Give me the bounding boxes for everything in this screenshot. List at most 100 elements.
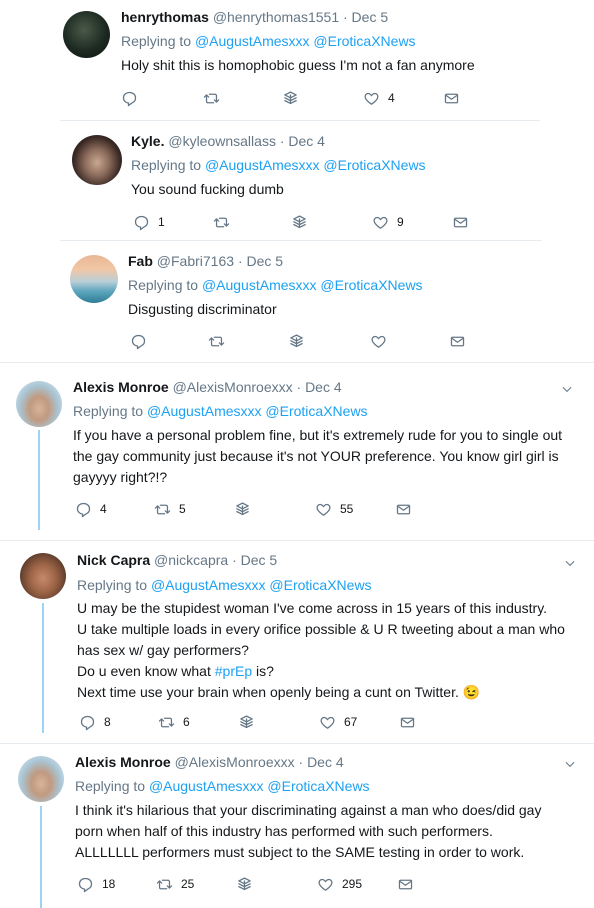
replying-prefix: Replying to bbox=[73, 403, 144, 419]
stack-button[interactable] bbox=[236, 874, 253, 894]
retweet-button[interactable] bbox=[203, 88, 228, 108]
avatar[interactable] bbox=[63, 11, 110, 58]
retweet-icon bbox=[158, 714, 175, 731]
tweet-header: Nick Capra @nickcapra · Dec 5 bbox=[77, 552, 277, 568]
author-handle[interactable]: @henrythomas1551 bbox=[213, 9, 339, 25]
mention-link[interactable]: @AugustAmesxxx bbox=[202, 277, 317, 293]
replying-prefix: Replying to bbox=[128, 277, 199, 293]
avatar[interactable] bbox=[72, 135, 122, 185]
tweet-header: Fab @Fabri7163 · Dec 5 bbox=[128, 253, 283, 269]
author-handle[interactable]: @kyleownsallass bbox=[168, 133, 276, 149]
reply-button[interactable]: 4 bbox=[75, 499, 107, 519]
mention-link[interactable]: @EroticaXNews bbox=[320, 277, 422, 293]
reply-icon bbox=[121, 90, 138, 107]
retweet-icon bbox=[203, 90, 220, 107]
more-options-button[interactable] bbox=[563, 556, 577, 570]
like-button[interactable]: 4 bbox=[363, 88, 395, 108]
tweet-text: If you have a personal problem fine, but… bbox=[73, 425, 588, 488]
hashtag-link[interactable]: #prEp bbox=[215, 663, 252, 679]
reply-icon bbox=[79, 714, 96, 731]
tweet-date[interactable]: · Dec 5 bbox=[232, 552, 277, 568]
author-handle[interactable]: @AlexisMonroexxx bbox=[175, 754, 295, 770]
reply-button[interactable]: 8 bbox=[79, 712, 111, 732]
reply-button[interactable]: 1 bbox=[133, 212, 165, 232]
dm-button[interactable] bbox=[449, 331, 466, 351]
tweet-date[interactable]: · Dec 5 bbox=[238, 253, 283, 269]
tweet-text: Disgusting discriminator bbox=[128, 301, 277, 317]
replying-to: Replying to @AugustAmesxxx @EroticaXNews bbox=[128, 277, 423, 293]
stack-icon bbox=[236, 876, 253, 893]
text-line: U may be the stupidest woman I've come a… bbox=[77, 600, 548, 616]
author-name[interactable]: Fab bbox=[128, 253, 153, 269]
dm-button[interactable] bbox=[443, 88, 460, 108]
dm-button[interactable] bbox=[452, 212, 469, 232]
reply-icon bbox=[130, 333, 147, 350]
like-button[interactable]: 295 bbox=[317, 874, 362, 894]
author-handle[interactable]: @AlexisMonroexxx bbox=[173, 379, 293, 395]
dm-button[interactable] bbox=[397, 874, 414, 894]
reply-button[interactable]: 18 bbox=[77, 874, 115, 894]
heart-icon bbox=[319, 714, 336, 731]
tweet-text: I think it's hilarious that your discrim… bbox=[75, 800, 587, 863]
stack-button[interactable] bbox=[288, 331, 305, 351]
stack-button[interactable] bbox=[234, 499, 251, 519]
avatar[interactable] bbox=[20, 553, 66, 599]
more-options-button[interactable] bbox=[563, 757, 577, 771]
text-line: Next time use your brain when openly bei… bbox=[77, 682, 589, 703]
reply-button[interactable] bbox=[121, 88, 146, 108]
author-handle[interactable]: @Fabri7163 bbox=[157, 253, 234, 269]
author-handle[interactable]: @nickcapra bbox=[154, 552, 228, 568]
author-name[interactable]: Kyle. bbox=[131, 133, 164, 149]
tweet-date[interactable]: · Dec 4 bbox=[299, 754, 344, 770]
replying-to: Replying to @AugustAmesxxx @EroticaXNews bbox=[121, 33, 416, 49]
mention-link[interactable]: @AugustAmesxxx bbox=[205, 157, 320, 173]
mention-link[interactable]: @EroticaXNews bbox=[269, 577, 371, 593]
retweet-button[interactable] bbox=[208, 331, 233, 351]
heart-icon bbox=[363, 90, 380, 107]
author-name[interactable]: henrythomas bbox=[121, 9, 209, 25]
more-options-button[interactable] bbox=[560, 382, 574, 396]
author-name[interactable]: Alexis Monroe bbox=[75, 754, 171, 770]
text-line: porn when half of this industry has perf… bbox=[75, 823, 493, 839]
stack-button[interactable] bbox=[291, 212, 308, 232]
stack-button[interactable] bbox=[238, 712, 255, 732]
retweet-button[interactable]: 25 bbox=[156, 874, 194, 894]
avatar[interactable] bbox=[70, 255, 118, 303]
divider bbox=[0, 540, 594, 541]
retweet-button[interactable]: 5 bbox=[154, 499, 186, 519]
like-count: 4 bbox=[388, 91, 395, 105]
mention-link[interactable]: @AugustAmesxxx bbox=[147, 403, 262, 419]
retweet-button[interactable]: 6 bbox=[158, 712, 190, 732]
mention-link[interactable]: @AugustAmesxxx bbox=[151, 577, 266, 593]
mention-link[interactable]: @EroticaXNews bbox=[313, 33, 415, 49]
like-button[interactable]: 55 bbox=[315, 499, 353, 519]
dm-button[interactable] bbox=[395, 499, 412, 519]
mention-link[interactable]: @AugustAmesxxx bbox=[195, 33, 310, 49]
like-button[interactable]: 67 bbox=[319, 712, 357, 732]
avatar[interactable] bbox=[18, 756, 64, 802]
stack-icon bbox=[291, 214, 308, 231]
replying-to: Replying to @AugustAmesxxx @EroticaXNews bbox=[131, 157, 426, 173]
mention-link[interactable]: @EroticaXNews bbox=[267, 778, 369, 794]
retweet-icon bbox=[213, 214, 230, 231]
tweet-date[interactable]: · Dec 4 bbox=[297, 379, 342, 395]
author-name[interactable]: Nick Capra bbox=[77, 552, 150, 568]
mention-link[interactable]: @AugustAmesxxx bbox=[149, 778, 264, 794]
retweet-button[interactable] bbox=[213, 212, 238, 232]
author-name[interactable]: Alexis Monroe bbox=[73, 379, 169, 395]
mail-icon bbox=[452, 214, 469, 231]
avatar[interactable] bbox=[16, 381, 62, 427]
mail-icon bbox=[399, 714, 416, 731]
tweet-date[interactable]: · Dec 5 bbox=[343, 9, 388, 25]
like-button[interactable] bbox=[370, 331, 395, 351]
reply-count: 4 bbox=[100, 502, 107, 516]
stack-button[interactable] bbox=[282, 88, 299, 108]
tweet-date[interactable]: · Dec 4 bbox=[280, 133, 325, 149]
reply-button[interactable] bbox=[130, 331, 155, 351]
mention-link[interactable]: @EroticaXNews bbox=[265, 403, 367, 419]
mention-link[interactable]: @EroticaXNews bbox=[323, 157, 425, 173]
text-fragment: is? bbox=[252, 663, 274, 679]
like-button[interactable]: 9 bbox=[372, 212, 404, 232]
like-count: 67 bbox=[344, 715, 358, 729]
dm-button[interactable] bbox=[399, 712, 416, 732]
